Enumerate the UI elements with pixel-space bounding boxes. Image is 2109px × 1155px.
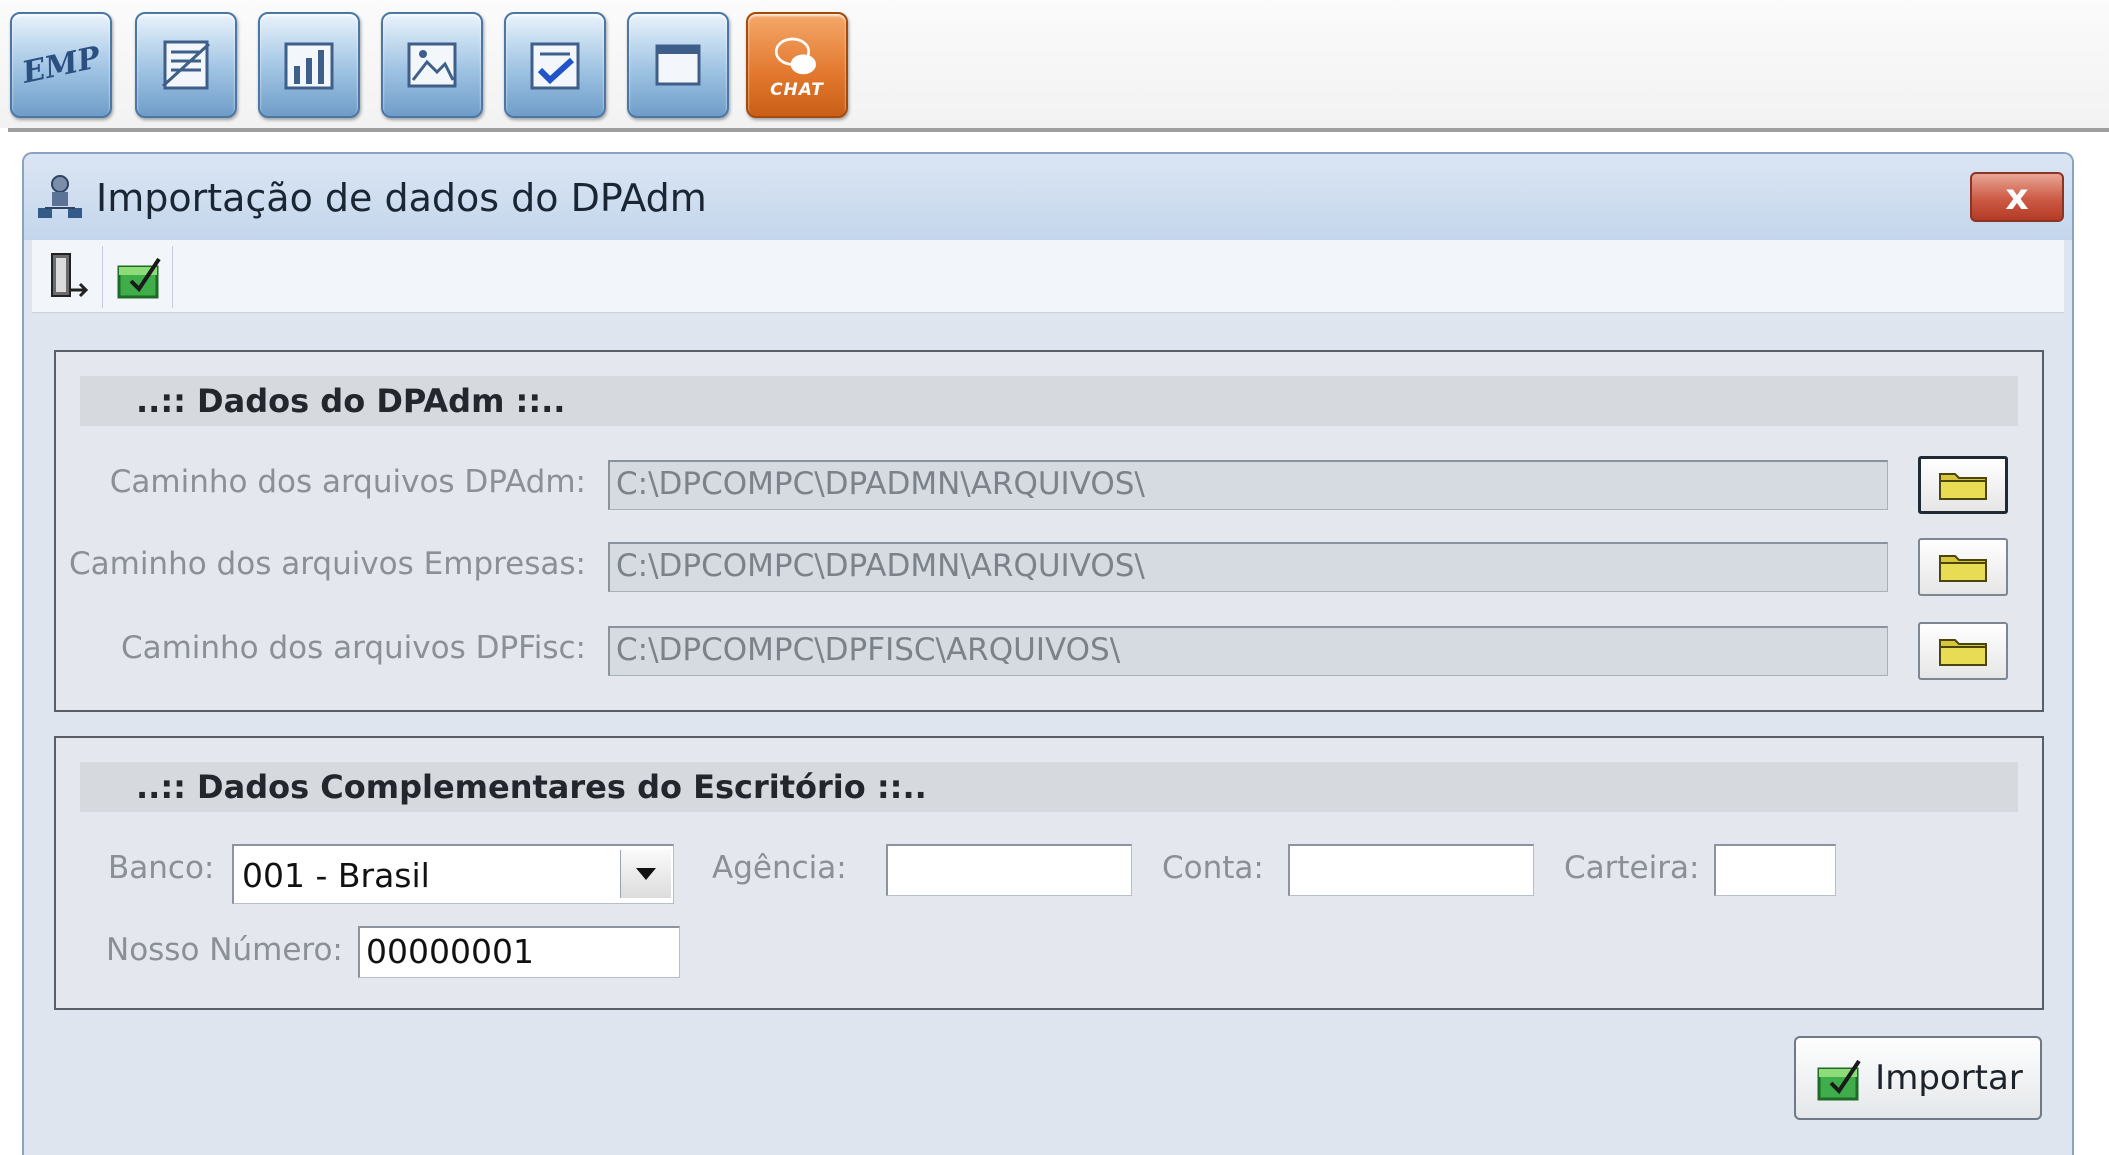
window-icon: [655, 44, 701, 86]
window-toolbar: [32, 240, 2064, 313]
import-window: Importação de dados do DPAdm x ..:: Dado…: [22, 152, 2074, 1155]
conta-input[interactable]: [1288, 844, 1534, 896]
nosso-numero-input[interactable]: 00000001: [358, 926, 680, 978]
window-button[interactable]: [627, 12, 729, 118]
chat-button[interactable]: CHAT: [746, 12, 848, 118]
import-button-label: Importar: [1875, 1058, 2023, 1098]
picture-icon: [407, 42, 457, 88]
import-box-icon: [117, 257, 161, 299]
toolbar-divider: [8, 128, 2109, 132]
folder-icon: [1939, 639, 1987, 666]
network-user-icon: [38, 175, 82, 218]
dpadm-panel-header: ..:: Dados do DPAdm ::..: [80, 376, 2018, 426]
exit-door-icon: [51, 253, 89, 298]
banco-label: Banco:: [108, 850, 215, 886]
main-toolbar: EMP CHAT: [0, 0, 2109, 128]
nosso-numero-label: Nosso Número:: [106, 932, 343, 968]
banco-value: 001 - Brasil: [242, 856, 430, 895]
document-icon: [161, 40, 211, 90]
chart-icon: [284, 42, 334, 90]
dpadm-path-label: Caminho dos arquivos DPAdm:: [109, 464, 586, 500]
escritorio-panel: ..:: Dados Complementares do Escritório …: [54, 736, 2044, 1010]
empresas-path-input[interactable]: C:\DPCOMPC\DPADMN\ARQUIVOS\: [608, 542, 1888, 592]
emp-button[interactable]: EMP: [10, 12, 112, 118]
checklist-button[interactable]: [504, 12, 606, 118]
banco-select[interactable]: 001 - Brasil: [232, 844, 674, 904]
dpfisc-path-label: Caminho dos arquivos DPFisc:: [120, 630, 586, 666]
picture-button[interactable]: [381, 12, 483, 118]
escritorio-panel-header: ..:: Dados Complementares do Escritório …: [80, 762, 2018, 812]
carteira-input[interactable]: [1714, 844, 1836, 896]
dpadm-path-input[interactable]: C:\DPCOMPC\DPADMN\ARQUIVOS\: [608, 460, 1888, 510]
folder-icon: [1939, 555, 1987, 582]
window-title: Importação de dados do DPAdm: [96, 176, 707, 220]
close-button[interactable]: x: [1970, 172, 2064, 222]
close-icon: x: [2005, 176, 2029, 218]
chat-icon: [774, 37, 816, 75]
empresas-browse-button[interactable]: [1918, 538, 2008, 596]
folder-icon: [1939, 473, 1987, 500]
exit-button[interactable]: [36, 246, 103, 308]
carteira-label: Carteira:: [1564, 850, 1700, 886]
chat-label: CHAT: [770, 80, 824, 100]
window-titlebar[interactable]: Importação de dados do DPAdm x: [24, 154, 2072, 240]
agencia-input[interactable]: [886, 844, 1132, 896]
checklist-icon: [530, 42, 580, 90]
import-box-icon: [1817, 1059, 1861, 1101]
dpadm-panel: ..:: Dados do DPAdm ::.. Caminho dos arq…: [54, 350, 2044, 712]
dropdown-arrow-button[interactable]: [620, 850, 671, 898]
chevron-down-icon: [636, 868, 656, 880]
agencia-label: Agência:: [712, 850, 847, 886]
chart-button[interactable]: [258, 12, 360, 118]
dpadm-browse-button[interactable]: [1918, 456, 2008, 514]
emp-icon: EMP: [18, 39, 104, 91]
document-button[interactable]: [135, 12, 237, 118]
empresas-path-label: Caminho dos arquivos Empresas:: [68, 546, 586, 582]
dpfisc-browse-button[interactable]: [1918, 622, 2008, 680]
import-toolbar-button[interactable]: [106, 246, 173, 308]
dpfisc-path-input[interactable]: C:\DPCOMPC\DPFISC\ARQUIVOS\: [608, 626, 1888, 676]
import-button[interactable]: Importar: [1794, 1036, 2042, 1120]
conta-label: Conta:: [1162, 850, 1264, 886]
